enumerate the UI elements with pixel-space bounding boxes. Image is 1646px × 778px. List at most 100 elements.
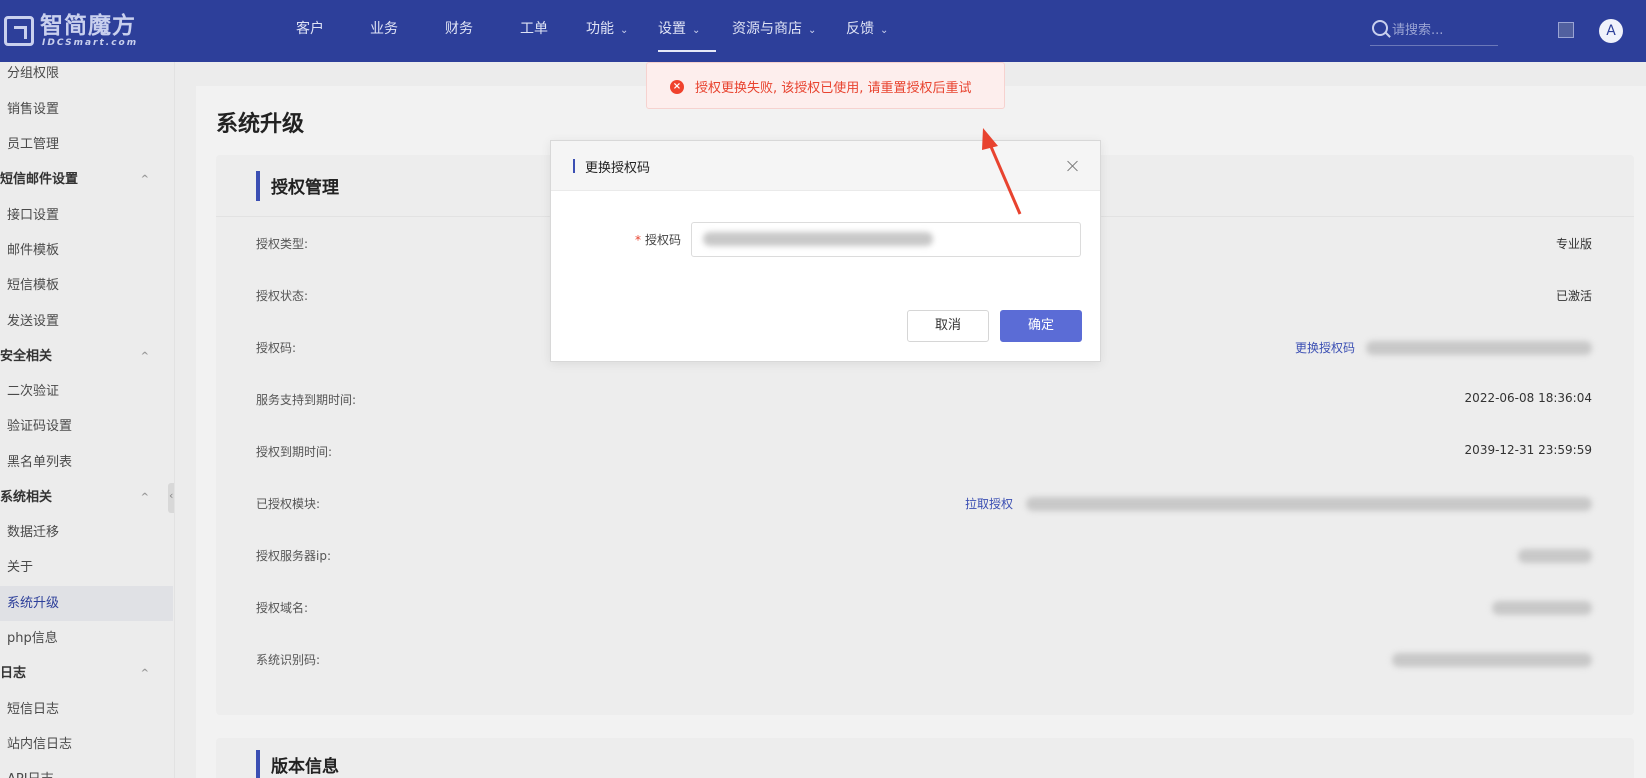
top-navbar: 智简魔方 IDCSmart.com 客户 业务 财务 工单 功能 ⌄ 设置 ⌄ 资源与商店 ⌄ 反馈…	[0, 0, 1646, 62]
sidebar-label: 安全相关	[0, 349, 53, 364]
info-row-license-expiry: 授权到期时间: 2039-12-31 23:59:59	[256, 443, 1592, 465]
dialog-title: 更换授权码	[585, 161, 651, 176]
nav-item-5[interactable]: 设置 ⌄	[658, 0, 716, 62]
nav-item-label: 客户	[296, 21, 324, 37]
broken-image-icon[interactable]	[1558, 22, 1574, 38]
annotation-arrow-shaft	[987, 141, 1022, 215]
sidebar-label: 短信邮件设置	[0, 172, 79, 187]
sidebar-item-10[interactable]: 验证码设置	[0, 409, 173, 444]
sidebar-label: 发送设置	[7, 314, 60, 329]
search-icon	[1372, 20, 1388, 36]
info-row-domain: 授权域名:	[256, 599, 1592, 621]
sidebar-item-4[interactable]: 接口设置	[0, 198, 173, 233]
search-box[interactable]	[1370, 16, 1498, 46]
sidebar-label: 接口设置	[7, 208, 60, 223]
info-row-service-expiry: 服务支持到期时间: 2022-06-08 18:36:04	[256, 391, 1592, 413]
nav-item-1[interactable]: 业务	[370, 0, 398, 62]
info-row-system-code: 系统识别码:	[256, 651, 1592, 673]
info-label: 授权状态:	[256, 289, 309, 303]
sidebar-item-9[interactable]: 二次验证	[0, 374, 173, 409]
avatar[interactable]: A	[1599, 19, 1623, 43]
sidebar-label: 日志	[0, 666, 27, 681]
nav-item-label: 工单	[520, 21, 548, 37]
close-icon[interactable]	[1066, 159, 1080, 173]
chevron-up-icon: ^	[140, 174, 149, 185]
nav-item-3[interactable]: 工单	[520, 0, 548, 62]
sidebar-label: 分组权限	[7, 66, 60, 81]
sidebar-label: 系统升级	[7, 596, 60, 611]
info-value: 2022-06-08 18:36:04	[1464, 391, 1592, 405]
error-icon: ×	[670, 80, 684, 94]
nav-item-label: 资源与商店	[732, 21, 802, 37]
sidebar-item-5[interactable]: 邮件模板	[0, 233, 173, 268]
version-panel-title: 版本信息	[271, 757, 339, 777]
license-code-label: * 授权码	[635, 231, 681, 248]
logo[interactable]: 智简魔方 IDCSmart.com	[4, 14, 152, 48]
info-label: 授权域名:	[256, 601, 309, 615]
info-value: 已激活	[1555, 289, 1592, 303]
info-value: 2039-12-31 23:59:59	[1464, 443, 1592, 457]
sidebar-item-6[interactable]: 短信模板	[0, 268, 173, 303]
redacted-license-input-value	[703, 232, 933, 246]
sidebar-group-12[interactable]: 系统相关 ^	[0, 480, 173, 515]
required-mark: *	[635, 233, 641, 247]
info-value: 专业版	[1555, 237, 1592, 251]
info-label: 授权类型:	[256, 237, 309, 251]
logo-title: 智简魔方	[40, 13, 136, 39]
cancel-button[interactable]: 取消	[907, 310, 989, 342]
annotation-arrow-icon	[982, 128, 1022, 215]
sidebar-item-19[interactable]: 站内信日志	[0, 727, 173, 762]
nav-item-6[interactable]: 资源与商店 ⌄	[732, 0, 834, 62]
sidebar-item-18[interactable]: 短信日志	[0, 692, 173, 727]
pull-license-link[interactable]: 拉取授权	[965, 495, 1013, 512]
sidebar-group-3[interactable]: 短信邮件设置 ^	[0, 162, 173, 197]
sidebar-label: 销售设置	[7, 102, 60, 117]
sidebar-item-20[interactable]: API日志	[0, 762, 173, 778]
sidebar-label: 二次验证	[7, 384, 60, 399]
nav-item-4[interactable]: 功能 ⌄	[586, 0, 644, 62]
sidebar-item-7[interactable]: 发送设置	[0, 304, 173, 339]
chevron-up-icon: ^	[140, 668, 149, 679]
sidebar-item-1[interactable]: 销售设置	[0, 92, 173, 127]
sidebar-item-14[interactable]: 关于	[0, 550, 173, 585]
sidebar-item-15[interactable]: 系统升级	[0, 586, 173, 621]
nav-item-0[interactable]: 客户	[296, 0, 324, 62]
sidebar-label: 数据迁移	[7, 525, 60, 540]
sidebar-label: 黑名单列表	[7, 455, 73, 470]
license-code-label-text: 授权码	[645, 233, 682, 247]
sidebar-item-2[interactable]: 员工管理	[0, 127, 173, 162]
redacted-modules	[1026, 497, 1592, 511]
error-toast: × 授权更换失败, 该授权已使用, 请重置授权后重试	[646, 62, 1005, 109]
dialog-title-accent	[573, 159, 575, 173]
sidebar-label: 验证码设置	[7, 419, 73, 434]
nav-item-label: 功能	[586, 21, 614, 37]
sidebar-item-13[interactable]: 数据迁移	[0, 515, 173, 550]
sidebar-label: API日志	[7, 772, 54, 778]
chevron-down-icon: ⌄	[880, 25, 889, 36]
license-panel-title: 授权管理	[271, 178, 339, 198]
redacted-license-code	[1366, 341, 1592, 355]
chevron-up-icon: ^	[140, 492, 149, 503]
sidebar-group-17[interactable]: 日志 ^	[0, 656, 173, 691]
change-license-link[interactable]: 更换授权码	[1295, 339, 1355, 356]
version-panel: 版本信息	[216, 738, 1634, 778]
sidebar-item-16[interactable]: php信息	[0, 621, 173, 656]
sidebar-label: 关于	[7, 560, 34, 575]
redacted-domain	[1492, 601, 1592, 615]
chevron-down-icon: ⌄	[692, 25, 701, 36]
sidebar-item-0[interactable]: 分组权限	[0, 62, 173, 91]
sidebar-group-8[interactable]: 安全相关 ^	[0, 339, 173, 374]
sidebar-label: php信息	[7, 631, 58, 646]
confirm-button[interactable]: 确定	[1000, 310, 1082, 342]
sidebar-item-11[interactable]: 黑名单列表	[0, 445, 173, 480]
sidebar-label: 系统相关	[0, 490, 53, 505]
sidebar-label: 员工管理	[7, 137, 60, 152]
sidebar: 分组权限销售设置员工管理短信邮件设置 ^ 接口设置邮件模板短信模板发送设置安全相关 ^…	[0, 62, 175, 778]
search-input[interactable]	[1392, 18, 1496, 42]
nav-item-label: 反馈	[846, 21, 874, 37]
info-label: 系统识别码:	[256, 653, 321, 667]
chevron-up-icon: ^	[140, 351, 149, 362]
nav-item-2[interactable]: 财务	[445, 0, 473, 62]
nav-item-7[interactable]: 反馈 ⌄	[846, 0, 904, 62]
info-row-modules: 已授权模块: 拉取授权	[256, 495, 1592, 517]
